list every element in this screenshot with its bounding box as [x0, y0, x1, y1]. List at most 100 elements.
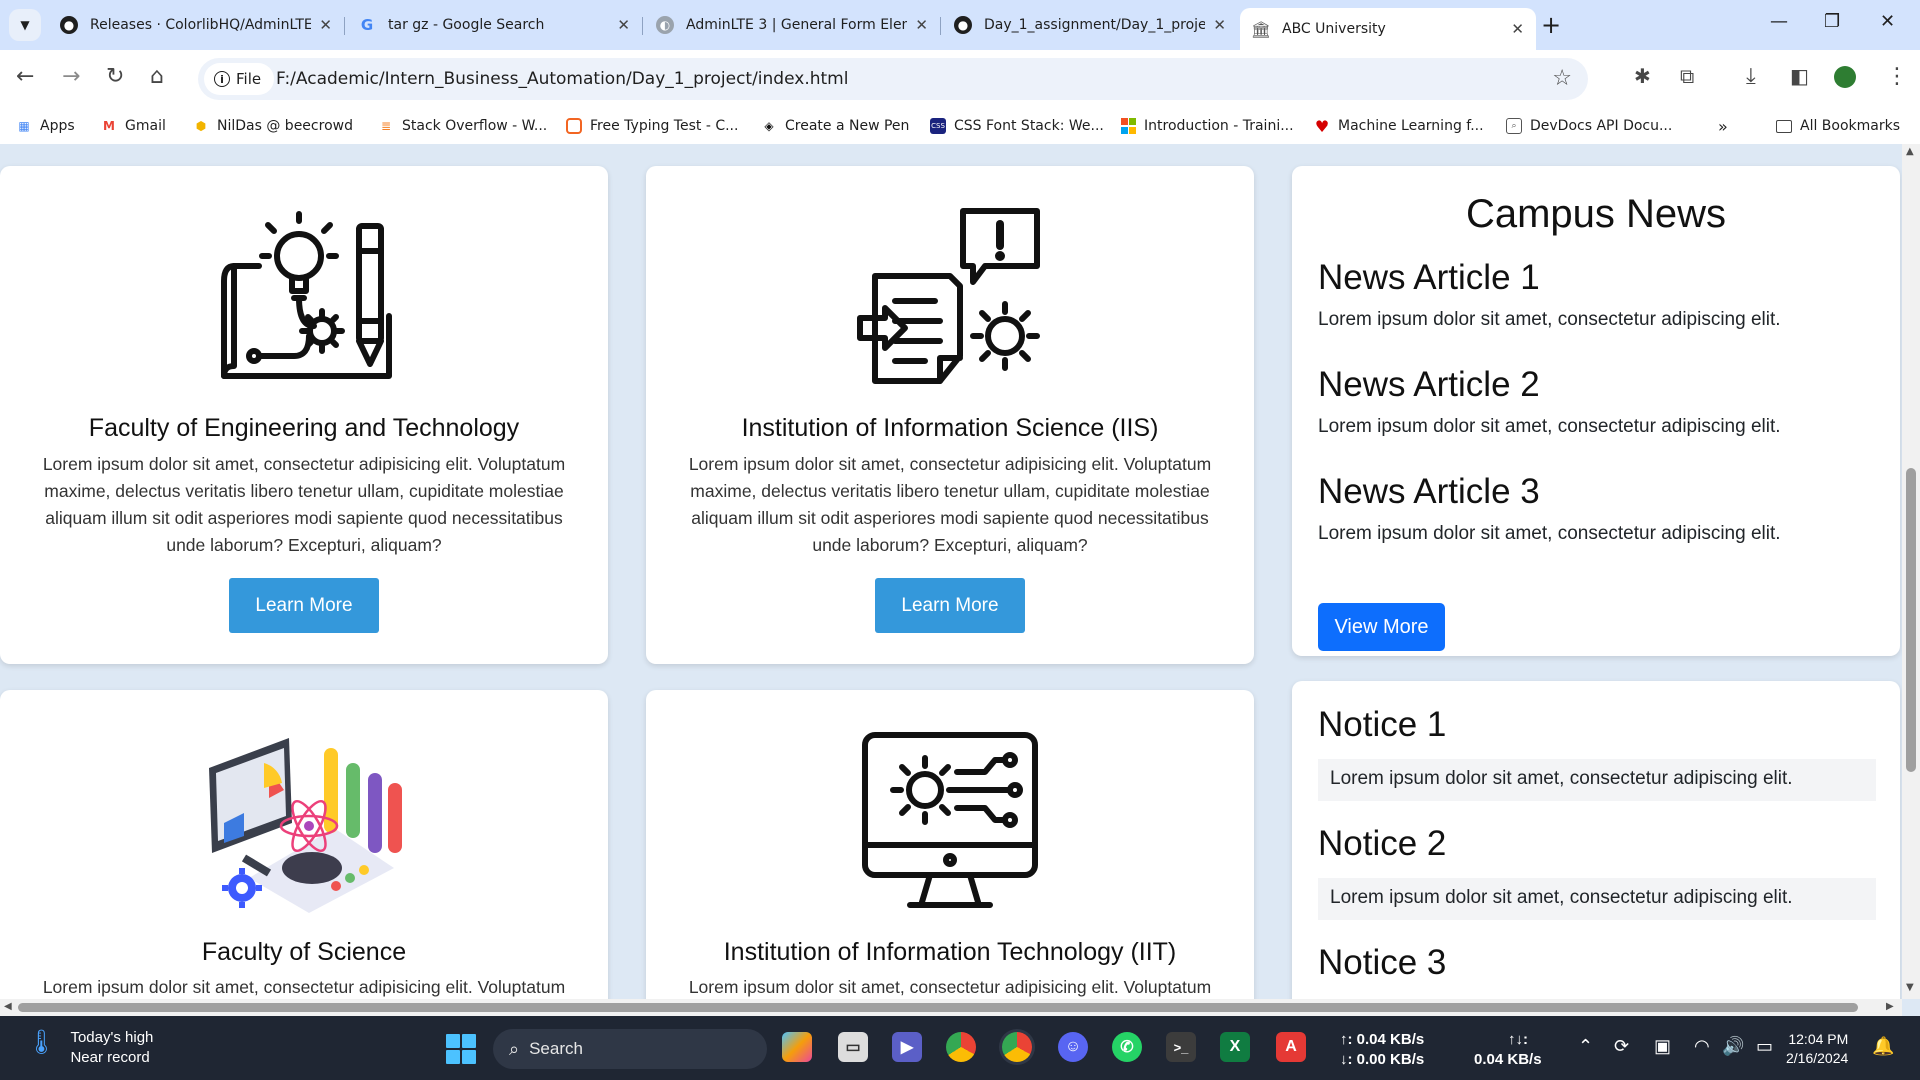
faculty-card: Faculty of Engineering and Technology Lo…	[0, 166, 608, 664]
close-icon[interactable]: ✕	[915, 16, 928, 34]
wifi-icon[interactable]: ◠	[1694, 1036, 1710, 1057]
learn-more-button[interactable]: Learn More	[229, 578, 379, 633]
tab-releases[interactable]: ● Releases · ColorlibHQ/AdminLTE ✕	[48, 8, 344, 42]
reload-icon[interactable]: ↻	[106, 64, 124, 89]
net-total: 0.04 KB/s	[1474, 1051, 1542, 1068]
url-text[interactable]: F:/Academic/Intern_Business_Automation/D…	[276, 69, 848, 89]
network-total-meter: ↑↓: 0.04 KB/s	[1474, 1031, 1542, 1068]
faculty-card: Institution of Information Science (IIS)…	[646, 166, 1254, 664]
site-info-chip[interactable]: i File	[204, 63, 274, 95]
search-icon: ⌕	[509, 1038, 520, 1059]
scroll-up-arrow-icon[interactable]: ▲	[1906, 146, 1914, 157]
bookmark-cssfont[interactable]: CSS CSS Font Stack: We...	[930, 116, 1104, 136]
adminlte-icon: ◐	[656, 16, 674, 34]
restore-icon[interactable]: ❐	[1824, 11, 1840, 32]
campus-news-heading: Campus News	[1465, 192, 1727, 236]
typing-icon	[566, 118, 582, 134]
bookmark-codepen[interactable]: ◈ Create a New Pen	[761, 116, 909, 136]
notification-bell-icon[interactable]: 🔔	[1872, 1036, 1894, 1057]
bookmark-star-icon[interactable]: ☆	[1552, 66, 1572, 91]
scroll-left-arrow-icon[interactable]: ◀	[4, 1001, 12, 1012]
bookmark-label: CSS Font Stack: We...	[954, 118, 1104, 134]
extension-bug-icon[interactable]: ✱	[1634, 64, 1651, 88]
page-viewport: Faculty of Engineering and Technology Lo…	[0, 144, 1902, 999]
windows-taskbar: 🌡 Today's high Near record ⌕ Search ▭ ▶ …	[0, 1016, 1920, 1080]
tab-day1-assignment[interactable]: ● Day_1_assignment/Day_1_project ✕	[942, 8, 1238, 42]
bookmark-label: Stack Overflow - W...	[402, 118, 548, 134]
bookmark-introduction[interactable]: Introduction - Traini...	[1120, 116, 1294, 136]
discord-icon[interactable]: ☺	[1058, 1032, 1088, 1062]
chrome-active-icon[interactable]	[1002, 1032, 1032, 1062]
new-tab-button[interactable]: +	[1541, 11, 1561, 39]
app-tray-icon[interactable]: ▣	[1654, 1036, 1671, 1057]
learn-more-button[interactable]: Learn More	[875, 578, 1025, 633]
copilot-app-icon[interactable]	[782, 1032, 812, 1062]
teams-meet-icon[interactable]: ▶	[892, 1032, 922, 1062]
faculty-description: Lorem ipsum dolor sit amet, consectetur …	[42, 454, 566, 555]
download-icon[interactable]: ⤓	[1746, 64, 1756, 89]
system-clock[interactable]: 12:04 PM 2/16/2024	[1786, 1030, 1848, 1068]
bookmark-label: Free Typing Test - C...	[590, 118, 739, 134]
scroll-down-arrow-icon[interactable]: ▼	[1906, 982, 1914, 993]
bookmark-devdocs[interactable]: ⌕ DevDocs API Docu...	[1506, 116, 1672, 136]
bookmark-apps[interactable]: ▦ Apps	[16, 116, 74, 136]
taskbar-search[interactable]: ⌕ Search	[493, 1029, 767, 1069]
heart-icon: ♥	[1314, 116, 1330, 136]
tab-adminlte[interactable]: ◐ AdminLTE 3 | General Form Elements ✕	[644, 8, 940, 42]
chrome-icon[interactable]	[946, 1032, 976, 1062]
close-icon[interactable]: ✕	[319, 16, 332, 34]
tab-strip: ▼ ● Releases · ColorlibHQ/AdminLTE ✕ G t…	[0, 0, 1920, 50]
thermometer-icon: 🌡	[26, 1029, 57, 1056]
tab-search-button[interactable]: ▼	[9, 9, 41, 41]
vertical-scrollbar[interactable]: ▲ ▼	[1902, 144, 1920, 999]
chevron-up-icon[interactable]: ⌃	[1578, 1036, 1593, 1057]
faculty-description: Lorem ipsum dolor sit amet, consectetur …	[42, 977, 566, 997]
minimize-icon[interactable]: —	[1770, 11, 1788, 32]
bookmark-typing-test[interactable]: Free Typing Test - C...	[566, 116, 738, 136]
view-more-button[interactable]: View More	[1318, 603, 1445, 651]
task-view-icon[interactable]: ▭	[838, 1032, 868, 1062]
bookmark-label: DevDocs API Docu...	[1530, 118, 1673, 134]
university-icon: 🏛	[1250, 19, 1272, 39]
beecrowd-icon: ⬢	[195, 119, 207, 133]
acrobat-icon[interactable]: A	[1276, 1032, 1306, 1062]
menu-dots-icon[interactable]: ⋮	[1886, 64, 1908, 89]
tab-google-search[interactable]: G tar gz - Google Search ✕	[346, 8, 642, 42]
terminal-icon[interactable]: >_	[1166, 1032, 1196, 1062]
notice-title: Notice 1	[1318, 705, 1447, 744]
vertical-scroll-thumb[interactable]	[1906, 468, 1916, 772]
horizontal-scrollbar[interactable]: ◀ ▶	[0, 999, 1902, 1016]
all-bookmarks[interactable]: All Bookmarks	[1776, 116, 1900, 136]
start-button[interactable]	[446, 1034, 476, 1064]
bookmark-beecrowd[interactable]: ⬢ NilDas @ beecrowd	[193, 116, 353, 136]
home-icon[interactable]: ⌂	[150, 64, 164, 89]
close-icon[interactable]: ✕	[1213, 16, 1226, 34]
google-icon: G	[360, 16, 374, 34]
bookmark-gmail[interactable]: M Gmail	[101, 116, 166, 136]
battery-icon[interactable]: ▭	[1756, 1036, 1773, 1057]
close-window-icon[interactable]: ✕	[1880, 11, 1895, 32]
side-panel-icon[interactable]: ◧	[1790, 64, 1809, 88]
address-bar[interactable]: i File F:/Academic/Intern_Business_Autom…	[198, 58, 1588, 100]
weather-widget[interactable]: 🌡 Today's high Near record	[26, 1028, 153, 1068]
volume-icon[interactable]: 🔊	[1722, 1036, 1744, 1057]
forward-icon[interactable]: →	[62, 64, 80, 89]
excel-icon[interactable]: X	[1220, 1032, 1250, 1062]
scroll-right-arrow-icon[interactable]: ▶	[1886, 1001, 1894, 1012]
horizontal-scroll-thumb[interactable]	[18, 1003, 1858, 1012]
extensions-puzzle-icon[interactable]: ⧉	[1680, 64, 1694, 88]
sync-icon[interactable]: ⟳	[1614, 1036, 1629, 1057]
notice-title: Notice 2	[1318, 824, 1447, 863]
chevron-right-double-icon[interactable]: »	[1718, 116, 1728, 136]
close-icon[interactable]: ✕	[617, 16, 630, 34]
news-article-text: Lorem ipsum dolor sit amet, consectetur …	[1318, 523, 1781, 544]
back-icon[interactable]: ←	[16, 64, 34, 89]
bookmark-stackoverflow[interactable]: ≣ Stack Overflow - W...	[378, 116, 547, 136]
bookmark-machine-learning[interactable]: ♥ Machine Learning f...	[1314, 116, 1484, 136]
tab-abc-university[interactable]: 🏛 ABC University ✕	[1240, 8, 1536, 50]
whatsapp-icon[interactable]: ✆	[1112, 1032, 1142, 1062]
github-icon: ●	[954, 16, 972, 34]
profile-avatar[interactable]	[1834, 66, 1856, 88]
close-icon[interactable]: ✕	[1511, 20, 1524, 38]
faculty-title: Institution of Information Science (IIS)	[741, 414, 1159, 442]
